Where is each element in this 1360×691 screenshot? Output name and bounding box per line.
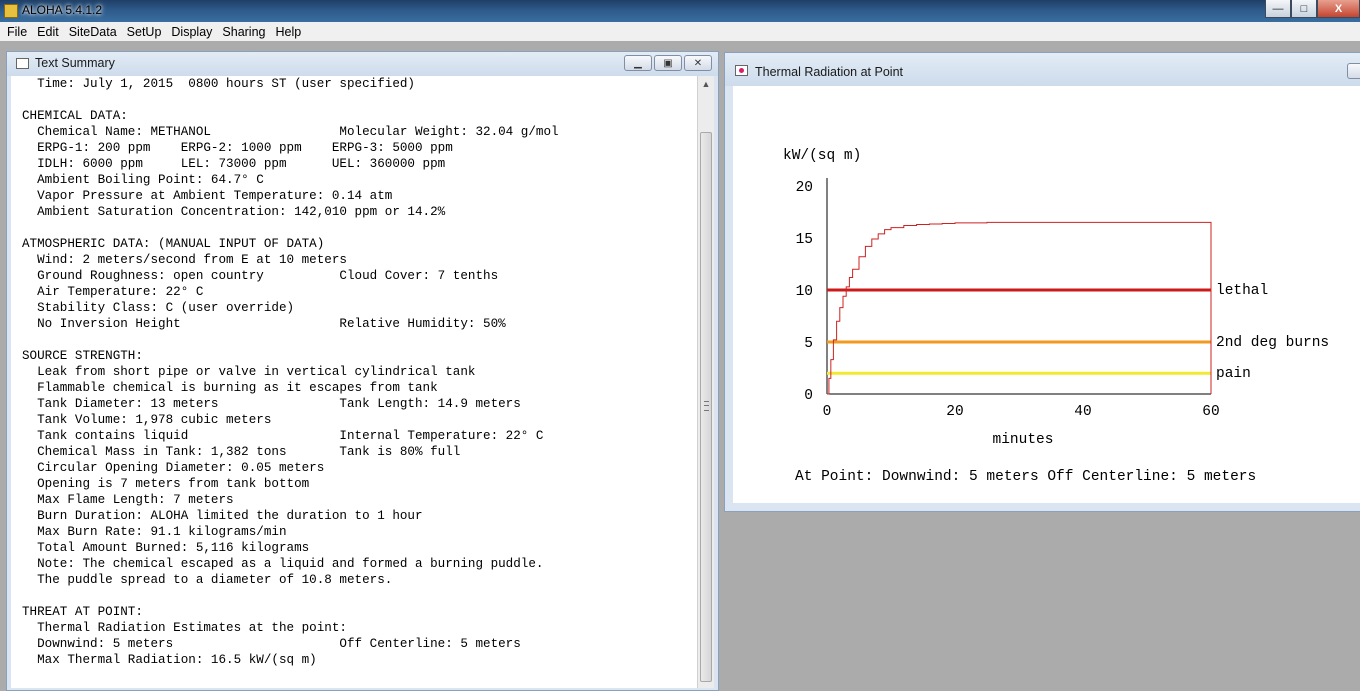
menu-setup[interactable]: SetUp <box>122 25 167 39</box>
scrollbar-thumb[interactable] <box>700 132 712 682</box>
menu-display[interactable]: Display <box>166 25 217 39</box>
menu-file[interactable]: File <box>2 25 32 39</box>
minimize-button[interactable]: — <box>1265 0 1291 18</box>
menu-sitedata[interactable]: SiteData <box>64 25 122 39</box>
restore-icon: ▣ <box>663 57 673 69</box>
thermal-chart-area: kW/(sq m) 0 5 10 15 20 0 20 40 60 minutes lethal 2nd… <box>733 86 1360 503</box>
y-tick-label: 10 <box>796 284 813 300</box>
y-tick-label: 5 <box>804 336 813 352</box>
scroll-up-arrow-icon[interactable]: ▲ <box>698 76 714 92</box>
x-tick-label: 0 <box>823 404 832 420</box>
threshold-label: lethal <box>1216 283 1268 299</box>
app-icon <box>4 4 18 18</box>
y-tick-label: 20 <box>796 180 813 196</box>
close-button[interactable]: X <box>1317 0 1360 18</box>
mdi-workspace: Text Summary ▁ ▣ ✕ Time: July 1, 2015 08… <box>0 41 1360 691</box>
scroll-grip-icon <box>704 401 709 411</box>
y-tick-label: 0 <box>804 388 813 404</box>
text-summary-content[interactable]: Time: July 1, 2015 0800 hours ST (user s… <box>11 76 697 688</box>
summary-text: Time: July 1, 2015 0800 hours ST (user s… <box>22 77 559 667</box>
maximize-button[interactable]: □ <box>1291 0 1317 18</box>
text-summary-restore-button[interactable]: ▣ <box>654 55 682 71</box>
text-summary-title-bar[interactable]: Text Summary ▁ ▣ ✕ <box>7 52 718 76</box>
series-line <box>827 221 1212 395</box>
menu-bar: File Edit SiteData SetUp Display Sharing… <box>0 22 1360 41</box>
threshold-label: 2nd deg burns <box>1216 335 1329 351</box>
document-icon <box>16 58 29 69</box>
thermal-title-bar[interactable]: Thermal Radiation at Point <box>725 53 1360 86</box>
app-title: ALOHA 5.4.1.2 <box>22 3 103 17</box>
x-tick-label: 40 <box>1074 404 1091 420</box>
menu-edit[interactable]: Edit <box>32 25 64 39</box>
minimize-icon: ▁ <box>634 57 642 69</box>
text-summary-title: Text Summary <box>35 56 115 70</box>
window-controls: — □ X <box>1265 0 1360 18</box>
thermal-chart: kW/(sq m) 0 5 10 15 20 0 20 40 60 minutes lethal 2nd… <box>783 148 1329 485</box>
x-axis-label: minutes <box>993 432 1054 448</box>
y-tick-label: 15 <box>796 232 813 248</box>
text-summary-window: Text Summary ▁ ▣ ✕ Time: July 1, 2015 08… <box>6 51 719 691</box>
x-tick-label: 20 <box>946 404 963 420</box>
menu-sharing[interactable]: Sharing <box>217 25 270 39</box>
x-tick-label: 60 <box>1202 404 1219 420</box>
menu-help[interactable]: Help <box>271 25 307 39</box>
text-summary-close-button[interactable]: ✕ <box>684 55 712 71</box>
thermal-radiation-window: Thermal Radiation at Point kW/(sq m) 0 5 10… <box>724 52 1360 512</box>
thermal-window-title: Thermal Radiation at Point <box>755 65 903 79</box>
app-title-bar[interactable]: ALOHA 5.4.1.2 — □ X <box>0 0 1360 22</box>
text-summary-controls: ▁ ▣ ✕ <box>624 55 712 71</box>
text-summary-minimize-button[interactable]: ▁ <box>624 55 652 71</box>
y-axis-label: kW/(sq m) <box>783 148 861 164</box>
thermal-window-minimize-button[interactable] <box>1347 63 1360 79</box>
threshold-label: pain <box>1216 366 1251 382</box>
at-point-caption: At Point: Downwind: 5 meters Off Centerl… <box>795 469 1256 485</box>
close-icon: ✕ <box>693 57 703 69</box>
thermal-window-icon <box>735 65 748 76</box>
vertical-scrollbar[interactable]: ▲ <box>697 76 714 688</box>
